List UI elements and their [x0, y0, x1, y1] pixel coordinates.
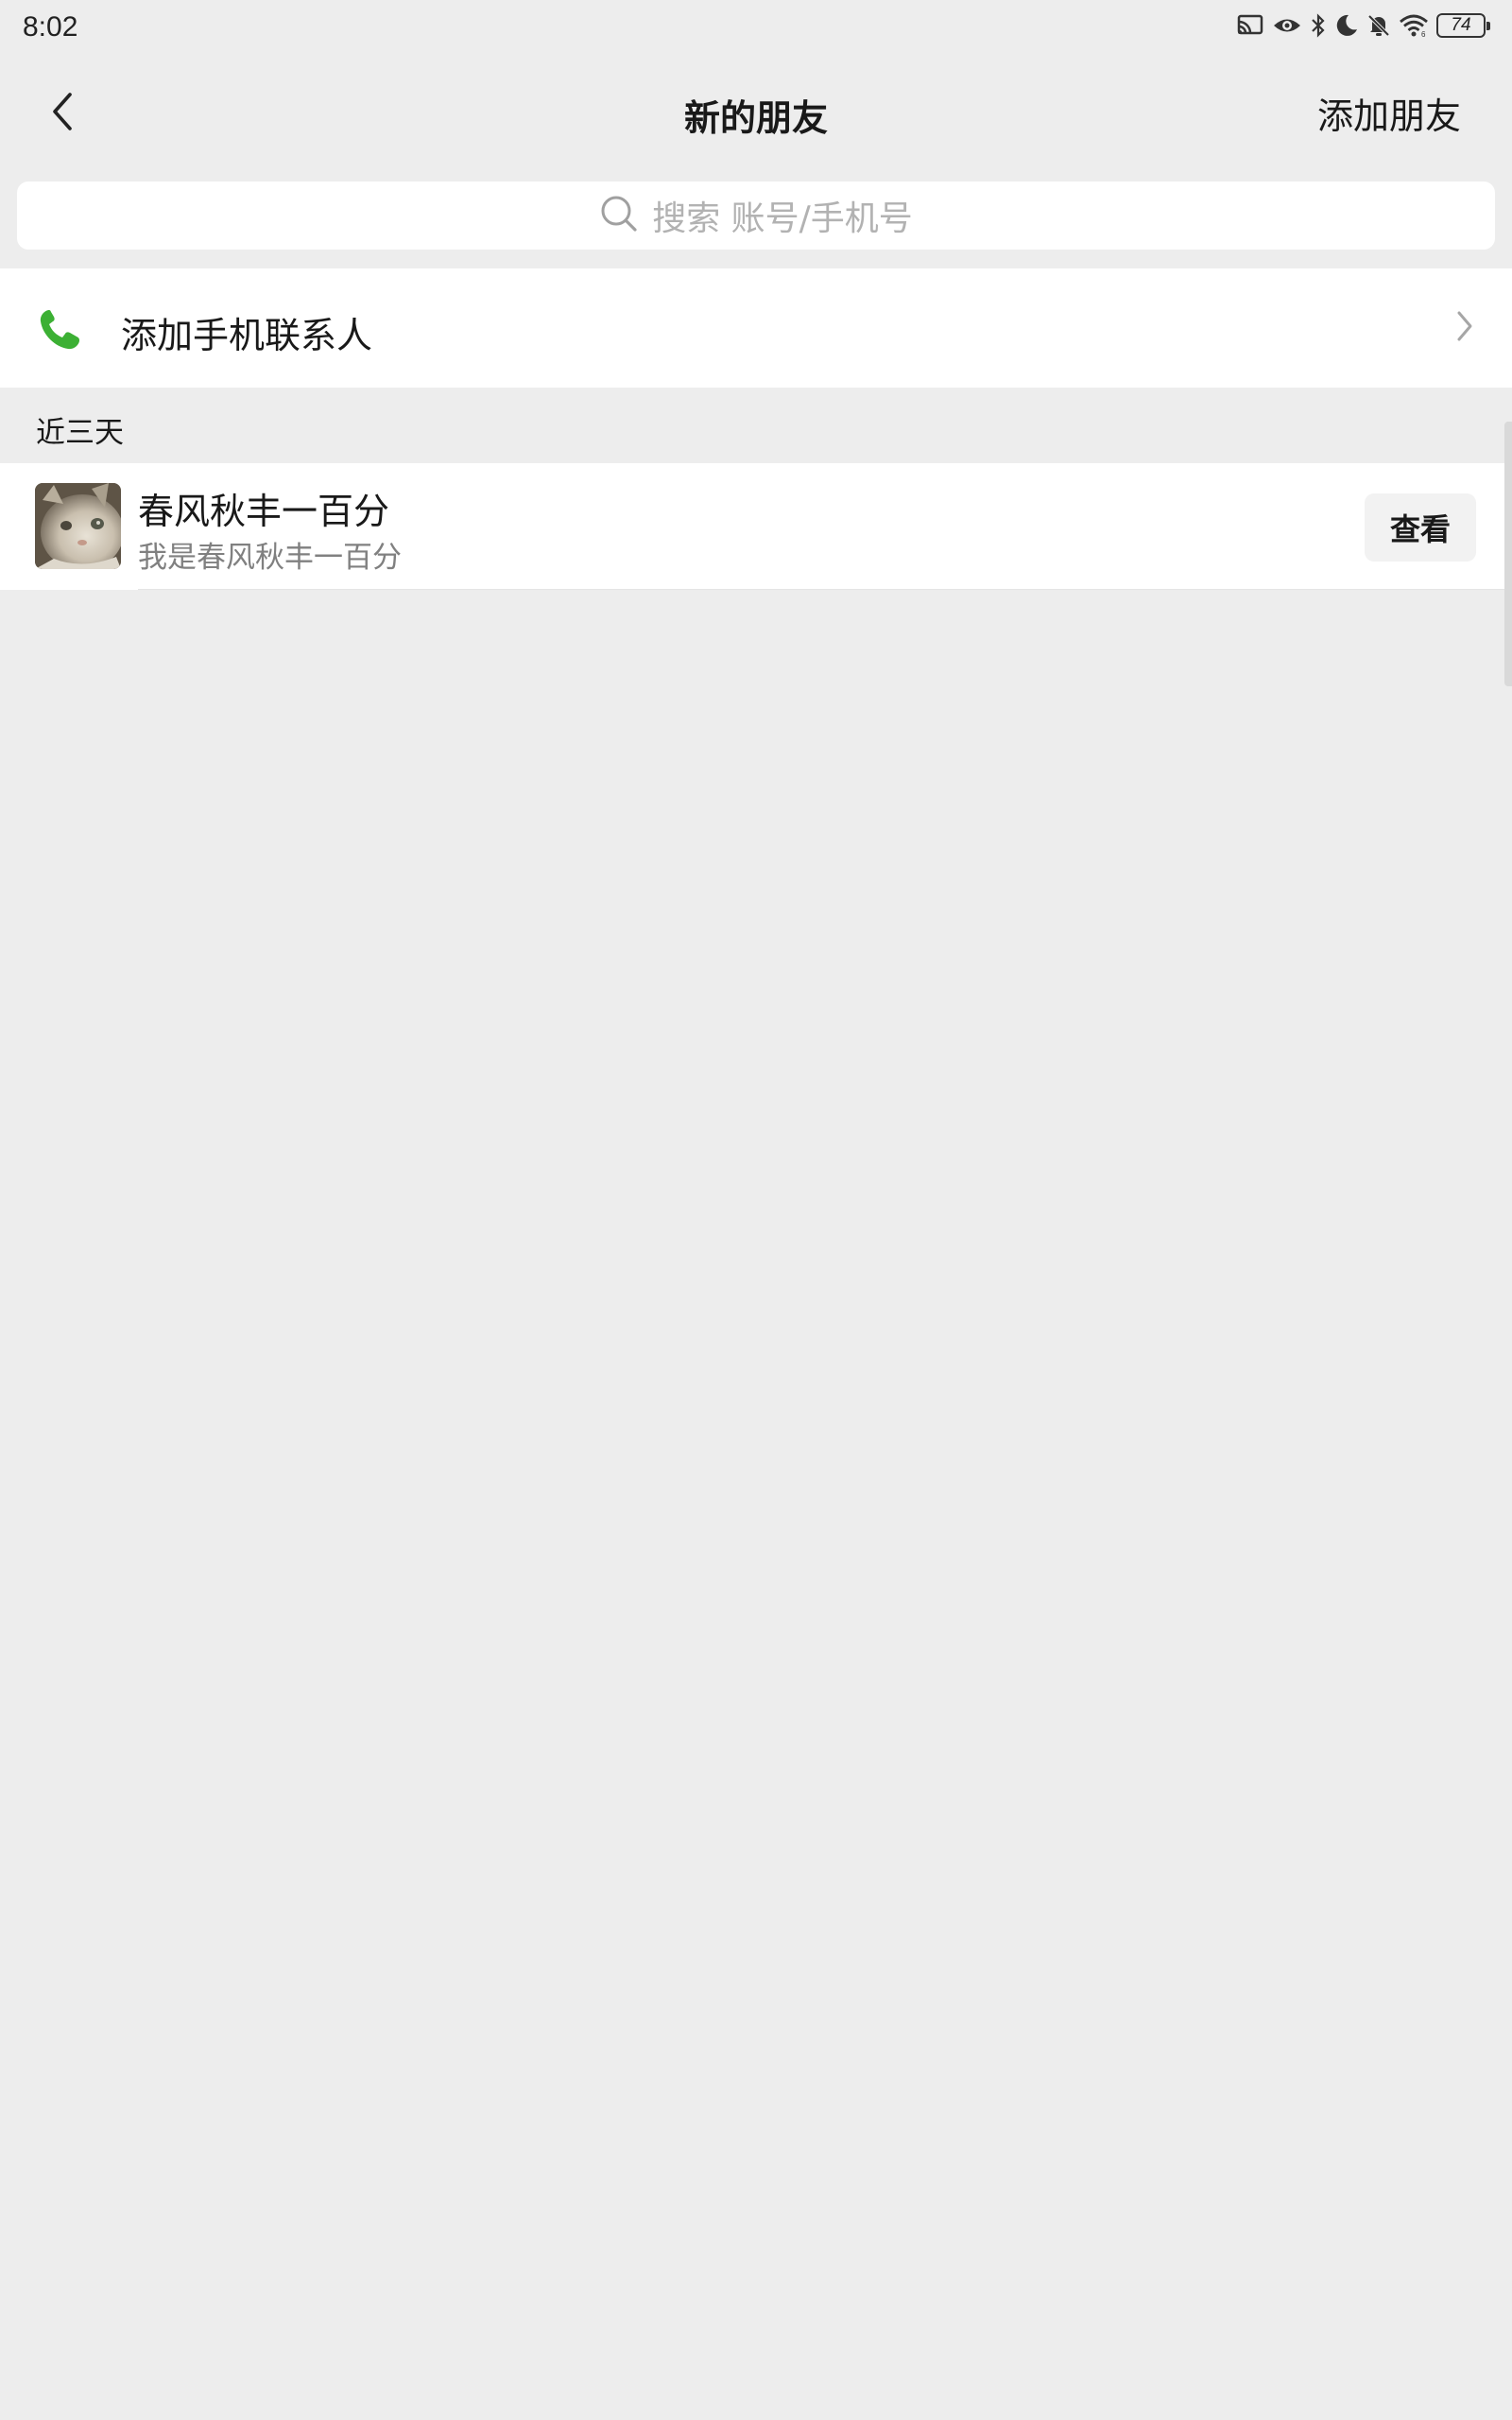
battery-icon: 74: [1436, 13, 1490, 38]
bell-off-icon: [1366, 13, 1391, 38]
friend-name: 春风秋丰一百分: [138, 491, 390, 532]
bluetooth-icon: [1310, 13, 1327, 38]
page-title: 新的朋友: [683, 97, 828, 139]
avatar[interactable]: [35, 483, 121, 569]
cast-icon: [1236, 13, 1264, 38]
status-bar: 8:02 6 74: [0, 0, 1512, 60]
add-phone-contacts-label: 添加手机联系人: [121, 315, 373, 356]
status-time: 8:02: [23, 11, 78, 43]
phone-icon: [36, 306, 83, 357]
add-friend-button[interactable]: 添加朋友: [1317, 87, 1461, 139]
nav-bar: 新的朋友 添加朋友: [0, 60, 1512, 166]
wifi-icon: 6: [1399, 13, 1429, 38]
search-icon: [599, 194, 639, 237]
moon-icon: [1334, 13, 1359, 38]
friend-request-message: 我是春风秋丰一百分: [138, 541, 402, 575]
search-placeholder: 搜索 账号/手机号: [652, 199, 913, 238]
section-header-recent: 近三天: [36, 416, 124, 450]
scroll-indicator[interactable]: [1504, 422, 1512, 686]
svg-text:6: 6: [1421, 30, 1426, 38]
add-phone-contacts-row[interactable]: 添加手机联系人: [0, 268, 1512, 388]
list-item[interactable]: 春风秋丰一百分 我是春风秋丰一百分 查看: [0, 463, 1512, 590]
view-button[interactable]: 查看: [1365, 493, 1476, 562]
chevron-right-icon: [1455, 310, 1474, 346]
search-input[interactable]: 搜索 账号/手机号: [17, 182, 1495, 250]
eye-icon: [1272, 13, 1302, 38]
status-icons: 6 74: [1236, 13, 1490, 38]
